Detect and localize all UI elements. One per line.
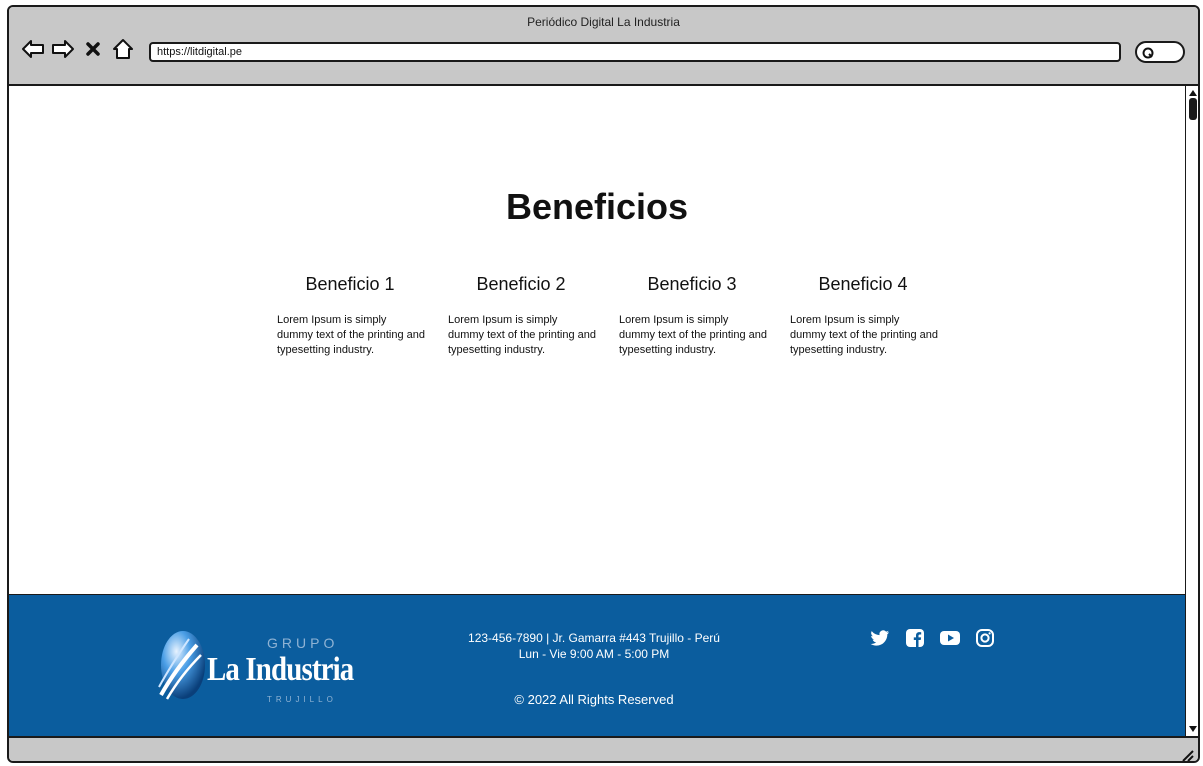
benefit-title: Beneficio 1 (305, 274, 395, 294)
resize-grip-icon[interactable] (1180, 748, 1194, 762)
youtube-icon[interactable] (939, 627, 961, 649)
scroll-down-icon[interactable] (1188, 724, 1198, 734)
close-icon[interactable] (81, 37, 105, 61)
url-input[interactable]: https://litdigital.pe (149, 42, 1121, 62)
forward-arrow-icon[interactable] (51, 37, 75, 61)
back-arrow-icon[interactable] (21, 37, 45, 61)
benefit-title: Beneficio 2 (476, 274, 566, 294)
vertical-scrollbar[interactable] (1185, 86, 1198, 736)
home-icon[interactable] (111, 37, 135, 61)
site-footer: GRUPO La Industria TRUJILLO 123-456-7890… (9, 594, 1185, 736)
section-title: Beneficios (505, 186, 689, 227)
page-viewport: Beneficios Beneficio 1 Lorem Ipsum is si… (9, 86, 1185, 736)
browser-window: Periódico Digital La Industria https://l… (7, 5, 1200, 763)
twitter-icon[interactable] (869, 627, 891, 649)
instagram-icon[interactable] (974, 627, 996, 649)
benefit-title: Beneficio 3 (647, 274, 737, 294)
benefit-card-2: Beneficio 2 Lorem Ipsum is simply dummy … (446, 274, 596, 358)
browser-statusbar (9, 736, 1198, 762)
contact-info: 123-456-7890 | Jr. Gamarra #443 Trujillo… (468, 631, 720, 645)
benefit-text: Lorem Ipsum is simply dummy text of the … (448, 314, 596, 356)
benefit-text: Lorem Ipsum is simply dummy text of the … (619, 314, 767, 356)
benefit-card-3: Beneficio 3 Lorem Ipsum is simply dummy … (617, 274, 767, 358)
copyright-text: © 2022 All Rights Reserved (514, 692, 674, 707)
logo-city-text: TRUJILLO (267, 695, 337, 704)
benefit-title: Beneficio 4 (818, 274, 908, 294)
benefit-card-4: Beneficio 4 Lorem Ipsum is simply dummy … (788, 274, 938, 358)
scroll-thumb[interactable] (1189, 98, 1197, 120)
search-icon (1142, 47, 1154, 59)
benefit-text: Lorem Ipsum is simply dummy text of the … (277, 314, 425, 356)
social-links (869, 627, 996, 649)
benefit-card-1: Beneficio 1 Lorem Ipsum is simply dummy … (275, 274, 425, 358)
globe-logo-icon (158, 631, 205, 700)
logo-grupo-text: GRUPO (267, 635, 339, 651)
facebook-icon[interactable] (904, 627, 926, 649)
grupo-la-industria-logo[interactable]: GRUPO La Industria TRUJILLO (155, 625, 385, 710)
benefit-text: Lorem Ipsum is simply dummy text of the … (790, 314, 938, 356)
business-hours: Lun - Vie 9:00 AM - 5:00 PM (518, 647, 670, 661)
search-button[interactable] (1135, 41, 1185, 63)
nav-controls (21, 36, 135, 62)
scroll-up-icon[interactable] (1188, 88, 1198, 98)
window-title: Periódico Digital La Industria (527, 15, 680, 29)
browser-titlebar: Periódico Digital La Industria https://l… (9, 7, 1198, 86)
logo-brand-text: La Industria (207, 651, 354, 688)
